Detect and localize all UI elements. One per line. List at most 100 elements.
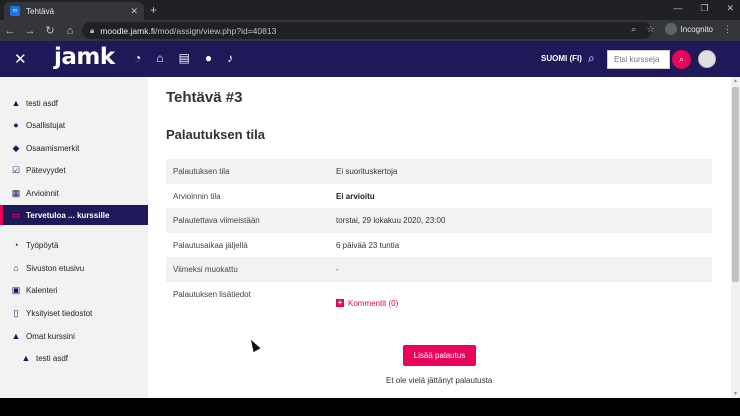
comments-link[interactable]: + Kommentit (0) xyxy=(336,299,398,308)
notifications-bell-icon[interactable]: ♪ xyxy=(227,51,233,65)
home-icon[interactable]: ⌂ xyxy=(156,51,163,65)
header-nav: ◔ ⌂ ▤ ● ♪ xyxy=(134,51,233,65)
dashboard-icon[interactable]: ◔ xyxy=(134,51,141,65)
incognito-icon xyxy=(664,23,677,35)
file-icon: ▯ xyxy=(13,307,19,318)
table-row: Palautuksen tila Ei suorituskertoja xyxy=(166,159,712,184)
sidebar-item-label: Omat kurssini xyxy=(26,331,75,341)
user-avatar[interactable] xyxy=(698,50,716,68)
language-menu[interactable]: SUOMI (FI) xyxy=(541,54,582,63)
plus-icon: + xyxy=(336,298,344,307)
section-title: Palautuksen tila xyxy=(166,127,265,142)
sidebar-item-label: Sivuston etusivu xyxy=(26,263,85,273)
row-label: Palautettava viimeistään xyxy=(173,216,260,225)
submission-status-table: Palautuksen tila Ei suorituskertoja Arvi… xyxy=(166,159,712,324)
window-controls: — ❐ ✕ xyxy=(673,3,734,14)
table-row: Viimeksi muokattu - xyxy=(166,257,712,282)
sidebar-item-label: testi asdf xyxy=(26,98,59,108)
url-path: /mod/assign/view.php?id=40813 xyxy=(155,25,277,36)
scroll-up-icon[interactable]: ▲ xyxy=(733,78,738,84)
sidebar-item-label: Osaamismerkit xyxy=(26,143,80,153)
page-scrollbar[interactable]: ▲ ▼ xyxy=(731,77,740,398)
sidebar-item-course-link[interactable]: ▲ testi asdf xyxy=(0,348,148,368)
close-drawer-icon[interactable]: ✕ xyxy=(14,50,27,68)
calendar-icon: ▣ xyxy=(11,284,21,295)
sidebar-item-badges[interactable]: ◆ Osaamismerkit xyxy=(0,138,148,158)
sidebar-item-grades[interactable]: ▦ Arvioinnit xyxy=(0,183,148,203)
incognito-label: Incognito xyxy=(680,24,713,34)
sidebar-item-label: Tervetuloa ... kurssille xyxy=(26,210,110,220)
row-label: Palautusaikaa jäljellä xyxy=(173,240,248,250)
row-label: Viimeksi muokattu xyxy=(173,265,238,274)
comments-label: Kommentit (0) xyxy=(348,298,399,308)
users-icon: ● xyxy=(13,120,19,130)
search-submit-button[interactable]: ⌕ xyxy=(672,50,691,69)
jamk-logo[interactable]: jamk xyxy=(54,44,115,70)
tab-title: Tehtävä xyxy=(26,6,55,16)
forward-icon[interactable]: → xyxy=(20,25,40,37)
sidebar-item-dashboard[interactable]: ◔ Työpöytä xyxy=(0,235,148,255)
close-tab-icon[interactable]: ✕ xyxy=(130,6,138,17)
row-value: Ei suorituskertoja xyxy=(336,167,398,176)
table-row: Palautettava viimeistään torstai, 29 lok… xyxy=(166,208,712,233)
minimize-icon[interactable]: — xyxy=(673,3,682,14)
row-value: 6 päivää 23 tuntia xyxy=(336,240,400,250)
browser-tab[interactable]: m Tehtävä ✕ xyxy=(4,2,144,20)
table-icon: ▦ xyxy=(11,187,21,198)
sidebar-item-label: testi asdf xyxy=(36,353,69,363)
sidebar-item-label: Pätevyydet xyxy=(26,165,66,175)
address-bar[interactable]: 🔒︎ moodle.jamk.fi /mod/assign/view.php?i… xyxy=(82,22,652,39)
table-row: Palautusaikaa jäljellä 6 päivää 23 tunti… xyxy=(166,233,712,258)
nav-drawer: ▲ testi asdf ● Osallistujat ◆ Osaamismer… xyxy=(0,77,148,398)
lock-icon: 🔒︎ xyxy=(90,25,95,35)
row-label: Palautuksen tila xyxy=(173,167,230,176)
course-search-input[interactable] xyxy=(607,50,670,69)
book-icon[interactable]: ▤ xyxy=(179,51,190,65)
sidebar-item-welcome-section[interactable]: ▭ Tervetuloa ... kurssille xyxy=(0,205,148,225)
add-submission-button[interactable]: Lisää palautus xyxy=(403,345,476,366)
sidebar-item-calendar[interactable]: ▣ Kalenteri xyxy=(0,280,148,300)
taskbar xyxy=(0,398,740,416)
new-tab-icon[interactable]: + xyxy=(150,3,157,17)
row-label: Arvioinnin tila xyxy=(173,191,221,201)
page-title: Tehtävä #3 xyxy=(166,89,243,106)
messages-icon[interactable]: ● xyxy=(205,51,212,65)
home-browser-icon[interactable]: ⌂ xyxy=(60,25,80,37)
incognito-badge[interactable]: Incognito xyxy=(664,23,713,35)
sidebar-item-label: Arvioinnit xyxy=(26,188,59,198)
close-window-icon[interactable]: ✕ xyxy=(726,3,734,14)
scrollbar-thumb[interactable] xyxy=(732,87,739,282)
scroll-down-icon[interactable]: ▼ xyxy=(733,391,738,397)
row-value: Ei arvioitu xyxy=(336,191,375,201)
screen: m Tehtävä ✕ + — ❐ ✕ ← → ↻ ⌂ 🔒︎ moodle.ja… xyxy=(0,0,740,416)
home-icon: ⌂ xyxy=(13,263,19,273)
browser-tab-bar: m Tehtävä ✕ + — ❐ ✕ xyxy=(0,0,740,20)
row-label: Palautuksen lisätiedot xyxy=(173,289,251,299)
main-content: Tehtävä #3 Palautuksen tila Palautuksen … xyxy=(148,77,731,398)
back-icon[interactable]: ← xyxy=(0,25,20,37)
sidebar-item-course[interactable]: ▲ testi asdf xyxy=(0,93,148,113)
site-header: ✕ jamk ◔ ⌂ ▤ ● ♪ SUOMI (FI) ⌕ ⌕ xyxy=(0,41,740,77)
sidebar-item-site-home[interactable]: ⌂ Sivuston etusivu xyxy=(0,258,148,278)
table-row: Palautuksen lisätiedot + Kommentit (0) xyxy=(166,282,712,324)
sidebar-item-participants[interactable]: ● Osallistujat xyxy=(0,115,148,135)
browser-menu-icon[interactable]: ⋮ xyxy=(723,24,732,35)
url-host: moodle.jamk.fi xyxy=(100,25,156,36)
maximize-icon[interactable]: ❐ xyxy=(700,3,708,14)
bookmark-star-icon[interactable]: ☆ xyxy=(646,24,654,35)
reload-icon[interactable]: ↻ xyxy=(40,24,60,37)
moodle-favicon-icon: m xyxy=(10,6,20,16)
sidebar-item-label: Yksityiset tiedostot xyxy=(26,308,93,318)
sidebar-item-label: Kalenteri xyxy=(26,285,58,295)
sidebar-item-competencies[interactable]: ☑ Pätevyydet xyxy=(0,160,148,180)
sidebar-item-my-courses[interactable]: ▲ Omat kurssini xyxy=(0,326,148,346)
check-square-icon: ☑ xyxy=(11,164,21,175)
search-icon[interactable]: ⌕ xyxy=(588,51,595,66)
graduation-cap-icon: ▲ xyxy=(11,331,21,341)
graduation-cap-icon: ▲ xyxy=(11,98,21,108)
browser-actions: ⌕ ☆ Incognito ⋮ xyxy=(631,23,732,35)
graduation-cap-icon: ▲ xyxy=(21,353,31,363)
sidebar-item-private-files[interactable]: ▯ Yksityiset tiedostot xyxy=(0,303,148,323)
no-submission-note: Et ole vielä jättänyt palautusta xyxy=(386,376,493,385)
zoom-search-icon[interactable]: ⌕ xyxy=(631,24,636,35)
